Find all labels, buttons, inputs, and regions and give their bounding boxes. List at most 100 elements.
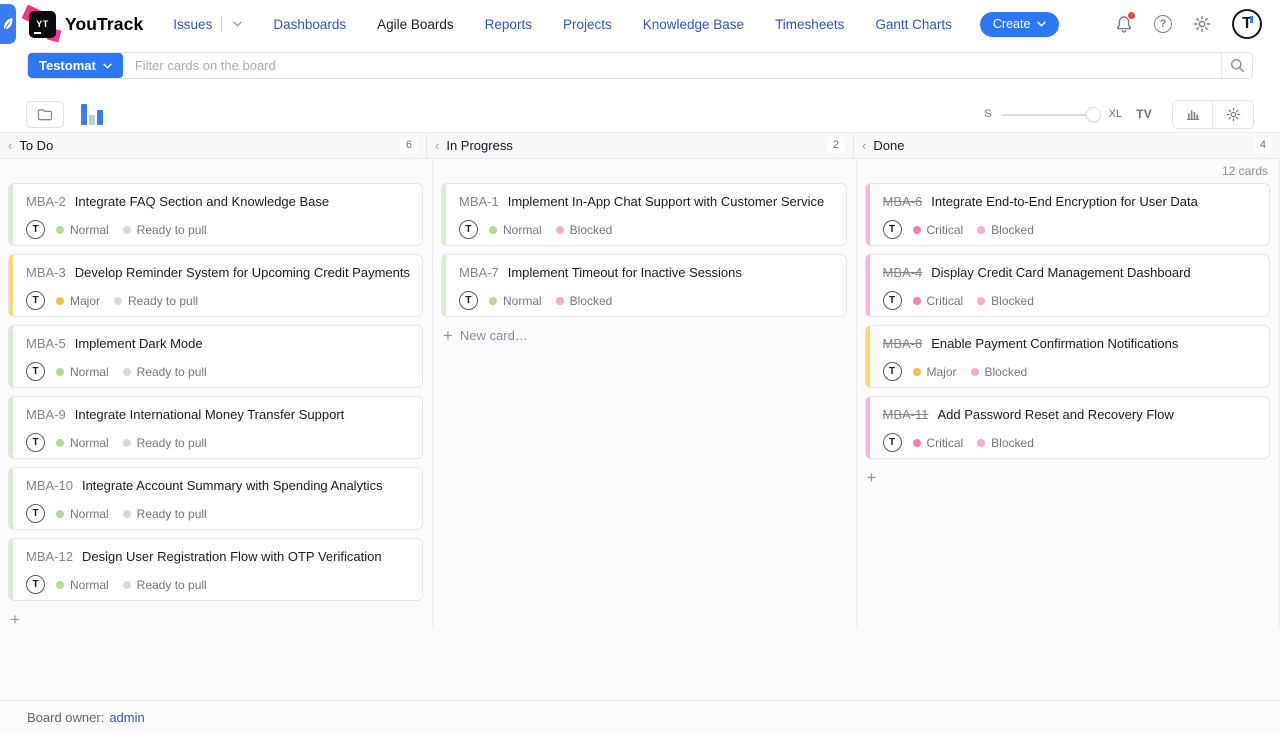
- card-title[interactable]: Integrate International Money Transfer S…: [75, 407, 345, 422]
- state-field[interactable]: Blocked: [556, 294, 613, 308]
- state-field[interactable]: Ready to pull: [114, 294, 198, 308]
- state-field[interactable]: Blocked: [977, 436, 1034, 450]
- assignee-avatar[interactable]: T: [883, 291, 902, 310]
- card-title[interactable]: Integrate End-to-End Encryption for User…: [931, 194, 1198, 209]
- assignee-avatar[interactable]: T: [883, 220, 902, 239]
- card-mba-8[interactable]: MBA-8 Enable Payment Confirmation Notifi…: [865, 325, 1271, 388]
- card-mba-1[interactable]: MBA-1 Implement In-App Chat Support with…: [441, 183, 847, 246]
- card-title[interactable]: Implement Timeout for Inactive Sessions: [508, 265, 742, 280]
- assignee-avatar[interactable]: T: [26, 291, 45, 310]
- card-title[interactable]: Design User Registration Flow with OTP V…: [82, 549, 382, 564]
- assignee-avatar[interactable]: T: [26, 575, 45, 594]
- card-id[interactable]: MBA-6: [883, 194, 923, 209]
- chevron-down-icon[interactable]: [233, 21, 242, 27]
- priority-field[interactable]: Normal: [56, 223, 109, 237]
- card-id[interactable]: MBA-7: [459, 265, 499, 280]
- card-title[interactable]: Enable Payment Confirmation Notification…: [931, 336, 1178, 351]
- priority-field[interactable]: Normal: [489, 294, 542, 308]
- card-id[interactable]: MBA-8: [883, 336, 923, 351]
- user-avatar[interactable]: T: [1232, 9, 1262, 39]
- state-field[interactable]: Blocked: [977, 294, 1034, 308]
- priority-field[interactable]: Normal: [56, 436, 109, 450]
- filter-cards-input[interactable]: [123, 53, 1221, 78]
- card-id[interactable]: MBA-12: [26, 549, 73, 564]
- chart-panel-toggle[interactable]: [81, 104, 103, 125]
- search-icon[interactable]: [1221, 53, 1252, 78]
- assignee-avatar[interactable]: T: [459, 220, 478, 239]
- notifications-bell-icon[interactable]: [1115, 15, 1133, 34]
- collapse-chevron-icon[interactable]: ‹: [8, 139, 12, 152]
- youtrack-logo[interactable]: YT: [29, 11, 56, 38]
- priority-field[interactable]: Normal: [56, 365, 109, 379]
- card-mba-10[interactable]: MBA-10 Integrate Account Summary with Sp…: [8, 467, 423, 530]
- card-mba-7[interactable]: MBA-7 Implement Timeout for Inactive Ses…: [441, 254, 847, 317]
- board-selector-button[interactable]: Testomat: [28, 53, 123, 78]
- card-id[interactable]: MBA-3: [26, 265, 66, 280]
- card-mba-4[interactable]: MBA-4 Display Credit Card Management Das…: [865, 254, 1271, 317]
- nav-gantt-charts[interactable]: Gantt Charts: [875, 17, 952, 32]
- card-mba-11[interactable]: MBA-11 Add Password Reset and Recovery F…: [865, 396, 1271, 459]
- card-title[interactable]: Display Credit Card Management Dashboard: [931, 265, 1190, 280]
- settings-gear-icon[interactable]: [1193, 15, 1211, 33]
- nav-timesheets[interactable]: Timesheets: [775, 17, 844, 32]
- card-id[interactable]: MBA-1: [459, 194, 499, 209]
- card-id[interactable]: MBA-5: [26, 336, 66, 351]
- priority-field[interactable]: Normal: [56, 507, 109, 521]
- state-field[interactable]: Blocked: [971, 365, 1028, 379]
- assignee-avatar[interactable]: T: [26, 362, 45, 381]
- nav-reports[interactable]: Reports: [485, 17, 532, 32]
- card-title[interactable]: Integrate Account Summary with Spending …: [82, 478, 383, 493]
- add-card-button[interactable]: +: [8, 609, 423, 630]
- priority-field[interactable]: Major: [913, 365, 957, 379]
- column-header-done[interactable]: ‹ Done 4: [854, 133, 1280, 158]
- card-title[interactable]: Integrate FAQ Section and Knowledge Base: [75, 194, 329, 209]
- assignee-avatar[interactable]: T: [26, 504, 45, 523]
- collapse-chevron-icon[interactable]: ‹: [435, 139, 439, 152]
- board-owner-link[interactable]: admin: [109, 710, 144, 725]
- card-id[interactable]: MBA-11: [883, 407, 929, 422]
- tv-mode-button[interactable]: TV: [1136, 107, 1152, 121]
- priority-field[interactable]: Normal: [56, 578, 109, 592]
- card-title[interactable]: Add Password Reset and Recovery Flow: [938, 407, 1174, 422]
- card-mba-2[interactable]: MBA-2 Integrate FAQ Section and Knowledg…: [8, 183, 423, 246]
- assignee-avatar[interactable]: T: [26, 433, 45, 452]
- backlog-folder-button[interactable]: [26, 101, 64, 128]
- nav-agile-boards[interactable]: Agile Boards: [377, 17, 454, 32]
- collapse-chevron-icon[interactable]: ‹: [862, 139, 866, 152]
- state-field[interactable]: Blocked: [556, 223, 613, 237]
- card-id[interactable]: MBA-2: [26, 194, 66, 209]
- sidebar-toggle[interactable]: [0, 4, 16, 44]
- nav-knowledge-base[interactable]: Knowledge Base: [643, 17, 744, 32]
- column-header-in-progress[interactable]: ‹ In Progress 2: [427, 133, 854, 158]
- state-field[interactable]: Ready to pull: [123, 365, 207, 379]
- state-field[interactable]: Blocked: [977, 223, 1034, 237]
- card-mba-5[interactable]: MBA-5 Implement Dark Mode T Normal Ready…: [8, 325, 423, 388]
- card-title[interactable]: Develop Reminder System for Upcoming Cre…: [75, 265, 410, 280]
- card-title[interactable]: Implement Dark Mode: [75, 336, 203, 351]
- nav-dashboards[interactable]: Dashboards: [273, 17, 346, 32]
- state-field[interactable]: Ready to pull: [123, 578, 207, 592]
- card-id[interactable]: MBA-9: [26, 407, 66, 422]
- assignee-avatar[interactable]: T: [883, 433, 902, 452]
- assignee-avatar[interactable]: T: [26, 220, 45, 239]
- card-mba-9[interactable]: MBA-9 Integrate International Money Tran…: [8, 396, 423, 459]
- priority-field[interactable]: Critical: [913, 223, 964, 237]
- help-icon[interactable]: ?: [1154, 15, 1172, 33]
- priority-field[interactable]: Major: [56, 294, 100, 308]
- state-field[interactable]: Ready to pull: [123, 507, 207, 521]
- board-settings-button[interactable]: [1213, 101, 1253, 128]
- card-size-slider[interactable]: [1001, 107, 1100, 122]
- priority-field[interactable]: Normal: [489, 223, 542, 237]
- priority-field[interactable]: Critical: [913, 436, 964, 450]
- create-button[interactable]: Create: [980, 12, 1060, 37]
- card-title[interactable]: Implement In-App Chat Support with Custo…: [508, 194, 824, 209]
- nav-issues[interactable]: Issues: [173, 16, 242, 32]
- column-header-todo[interactable]: ‹ To Do 6: [0, 133, 427, 158]
- state-field[interactable]: Ready to pull: [123, 436, 207, 450]
- assignee-avatar[interactable]: T: [459, 291, 478, 310]
- card-id[interactable]: MBA-10: [26, 478, 73, 493]
- new-card-button[interactable]: + New card…: [441, 325, 847, 346]
- add-card-button[interactable]: +: [865, 467, 1271, 488]
- card-mba-6[interactable]: MBA-6 Integrate End-to-End Encryption fo…: [865, 183, 1271, 246]
- priority-field[interactable]: Critical: [913, 294, 964, 308]
